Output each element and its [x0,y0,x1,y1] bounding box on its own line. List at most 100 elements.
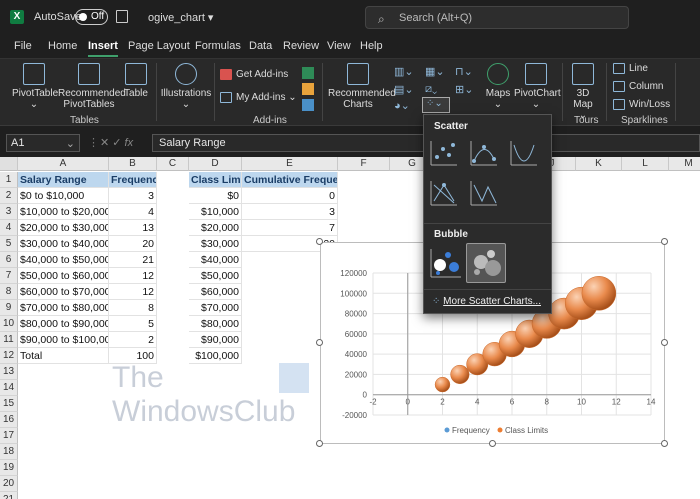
row-header-16[interactable]: 16 [0,412,18,428]
maps-button[interactable]: Maps ⌄ [484,63,512,110]
waterfall-chart-icon[interactable]: ⊓⌄ [455,65,473,78]
salary-range-cell[interactable]: $30,000 to $40,000 [18,236,109,252]
column-header-a[interactable]: A [18,157,109,171]
select-all-corner[interactable] [0,157,18,171]
column-header-m[interactable]: M [669,157,700,171]
cumulative-frequency-cell[interactable]: 0 [242,188,338,204]
frequency-cell[interactable]: 5 [109,316,157,332]
salary-range-cell[interactable]: $20,000 to $30,000 [18,220,109,236]
cumulative-frequency-cell[interactable]: 3 [242,204,338,220]
row-header-17[interactable]: 17 [0,428,18,444]
column-header-d[interactable]: D [189,157,242,171]
salary-range-cell[interactable]: $0 to $10,000 [18,188,109,204]
chart-resize-handle[interactable] [488,440,496,447]
pivottable-button[interactable]: PivotTable ⌄ [12,63,58,110]
name-box[interactable]: A1 ⌄ [6,134,80,152]
my-addins-button[interactable]: My Add-ins ⌄ [220,92,297,103]
row-header-2[interactable]: 2 [0,188,18,204]
chart-resize-handle[interactable] [661,238,668,245]
header-salary-range[interactable]: Salary Range [18,172,109,188]
row-header-14[interactable]: 14 [0,380,18,396]
frequency-cell[interactable]: 21 [109,252,157,268]
bubble-option[interactable] [428,245,464,281]
frequency-cell[interactable]: 8 [109,300,157,316]
row-header-4[interactable]: 4 [0,220,18,236]
class-limit-cell[interactable]: $100,000 [189,348,242,364]
frequency-cell[interactable]: 20 [109,236,157,252]
class-limit-cell[interactable]: $60,000 [189,284,242,300]
table-button[interactable]: Table [122,63,150,99]
salary-range-cell[interactable]: $60,000 to $70,000 [18,284,109,300]
more-scatter-charts-link[interactable]: ⁘ More Scatter Charts... [432,296,541,307]
row-header-10[interactable]: 10 [0,316,18,332]
frequency-cell[interactable]: 2 [109,332,157,348]
row-header-7[interactable]: 7 [0,268,18,284]
salary-range-cell[interactable]: $80,000 to $90,000 [18,316,109,332]
class-limit-cell[interactable]: $50,000 [189,268,242,284]
sparkline-column-button[interactable]: Column [613,81,663,92]
header-class-limits[interactable]: Class Limits [189,172,242,188]
get-addins-button[interactable]: Get Add-ins [220,69,288,80]
tab-data[interactable]: Data [249,40,272,52]
salary-range-cell[interactable]: Total [18,348,109,364]
salary-range-cell[interactable]: $10,000 to $20,000 [18,204,109,220]
combo-chart-icon[interactable]: ⊞⌄ [455,83,473,96]
row-header-20[interactable]: 20 [0,476,18,492]
chart-resize-handle[interactable] [661,339,668,346]
scatter-chart-button[interactable]: ⁘⌄ [422,97,450,113]
row-header-15[interactable]: 15 [0,396,18,412]
row-header-13[interactable]: 13 [0,364,18,380]
column-chart-icon[interactable]: ▥⌄ [394,65,414,78]
frequency-cell[interactable]: 13 [109,220,157,236]
row-header-8[interactable]: 8 [0,284,18,300]
tab-view[interactable]: View [327,40,351,52]
scatter-straight-lines-option[interactable] [468,177,500,209]
class-limit-cell[interactable]: $20,000 [189,220,242,236]
column-header-l[interactable]: L [622,157,669,171]
3d-bubble-option[interactable] [466,243,506,283]
frequency-cell[interactable]: 12 [109,284,157,300]
scatter-smooth-markers-option[interactable] [468,137,500,169]
3d-map-button[interactable]: 3D Map ⌄ [566,63,600,121]
sparkline-winloss-button[interactable]: Win/Loss [613,99,670,110]
chart-resize-handle[interactable] [316,339,323,346]
pie-chart-icon[interactable]: ◕⌄ [394,99,410,112]
frequency-cell[interactable]: 4 [109,204,157,220]
row-header-5[interactable]: 5 [0,236,18,252]
tab-review[interactable]: Review [283,40,319,52]
class-limit-cell[interactable]: $30,000 [189,236,242,252]
tab-insert[interactable]: Insert [88,40,118,57]
column-header-c[interactable]: C [157,157,189,171]
recommended-pivottables-button[interactable]: Recommended PivotTables [58,63,126,110]
header-cumulative-frequency[interactable]: Cumulative Frequency [242,172,338,188]
salary-range-cell[interactable]: $90,000 to $100,000 [18,332,109,348]
row-header-18[interactable]: 18 [0,444,18,460]
column-header-b[interactable]: B [109,157,157,171]
tab-home[interactable]: Home [48,40,77,52]
search-input[interactable]: ⌕ Search (Alt+Q) [365,6,629,29]
class-limit-cell[interactable]: $70,000 [189,300,242,316]
frequency-cell[interactable]: 12 [109,268,157,284]
cumulative-frequency-cell[interactable]: 7 [242,220,338,236]
row-header-6[interactable]: 6 [0,252,18,268]
save-icon[interactable] [116,10,128,23]
class-limit-cell[interactable]: $10,000 [189,204,242,220]
hierarchy-chart-icon[interactable]: ▤⌄ [394,83,414,96]
scatter-straight-markers-option[interactable] [428,177,460,209]
row-header-9[interactable]: 9 [0,300,18,316]
scatter-basic-option[interactable] [428,137,460,169]
illustrations-button[interactable]: Illustrations ⌄ [160,63,212,110]
autosave-toggle[interactable]: Off [75,9,108,25]
pivotchart-button[interactable]: PivotChart ⌄ [514,63,561,110]
chart-resize-handle[interactable] [661,440,668,447]
header-frequency[interactable]: Frequency [109,172,157,188]
tab-file[interactable]: File [14,40,32,52]
salary-range-cell[interactable]: $40,000 to $50,000 [18,252,109,268]
formula-controls[interactable]: ✕ ✓ fx [100,136,133,149]
row-header-12[interactable]: 12 [0,348,18,364]
row-header-19[interactable]: 19 [0,460,18,476]
column-header-f[interactable]: F [338,157,390,171]
line-chart-icon[interactable]: ⧄⌄ [425,83,437,96]
document-name[interactable]: ogive_chart ▾ [148,11,213,24]
row-header-1[interactable]: 1 [0,172,18,188]
